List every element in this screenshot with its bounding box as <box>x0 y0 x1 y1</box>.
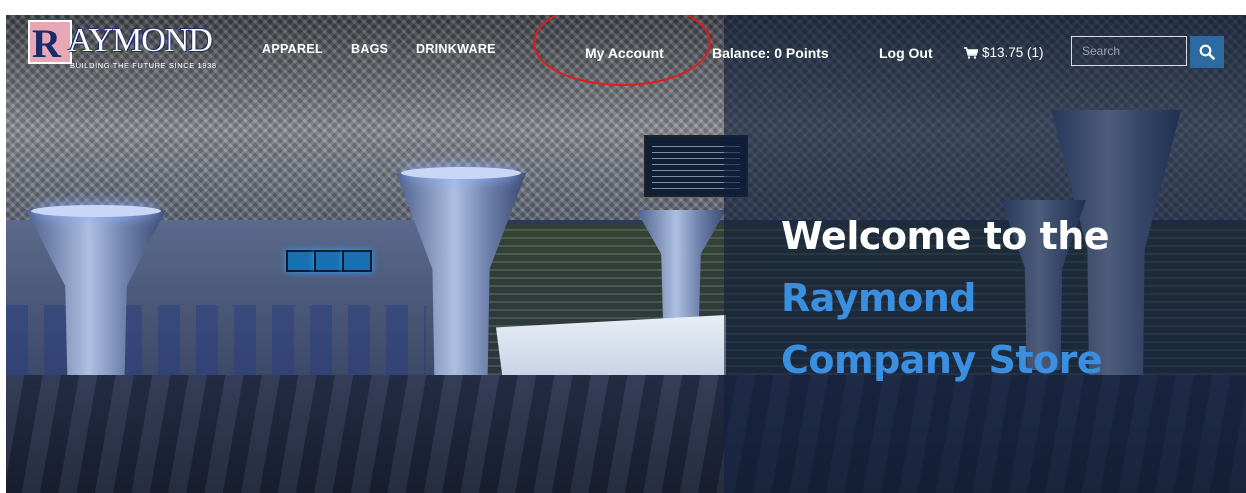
hero-line-store: Company Store <box>781 338 1103 382</box>
cart-icon <box>964 46 978 59</box>
logo-tagline: BUILDING THE FUTURE SINCE 1938 <box>70 61 217 70</box>
raymond-logo[interactable]: R AYMOND BUILDING THE FUTURE SINCE 1938 <box>28 20 228 70</box>
logo-wordmark: AYMOND <box>68 22 213 59</box>
column-light <box>401 167 521 179</box>
cart-summary: $13.75 (1) <box>982 45 1044 60</box>
my-account-link[interactable]: My Account <box>585 45 664 61</box>
search-input[interactable] <box>1071 36 1187 66</box>
tv-screen <box>342 250 372 272</box>
hero-heading: Welcome to the Raymond Company Store <box>781 205 1110 391</box>
nav-apparel[interactable]: APPAREL <box>262 42 323 56</box>
column-light <box>31 205 161 217</box>
hero-line-raymond: Raymond <box>781 276 976 320</box>
search-button[interactable] <box>1190 36 1224 68</box>
cart-button[interactable]: $13.75 (1) <box>964 45 1044 60</box>
nav-bags[interactable]: BAGS <box>351 42 388 56</box>
nav-drinkware[interactable]: DRINKWARE <box>416 42 496 56</box>
tv-screen <box>314 250 344 272</box>
hero-line-welcome: Welcome to the <box>781 214 1110 258</box>
tv-screen <box>286 250 316 272</box>
logo-emblem: R <box>28 20 72 66</box>
hero-banner: R AYMOND BUILDING THE FUTURE SINCE 1938 … <box>6 15 1246 493</box>
points-balance: Balance: 0 Points <box>712 45 829 61</box>
logout-link[interactable]: Log Out <box>879 45 933 61</box>
search-icon <box>1199 44 1215 60</box>
logo-letter: R <box>32 21 61 66</box>
